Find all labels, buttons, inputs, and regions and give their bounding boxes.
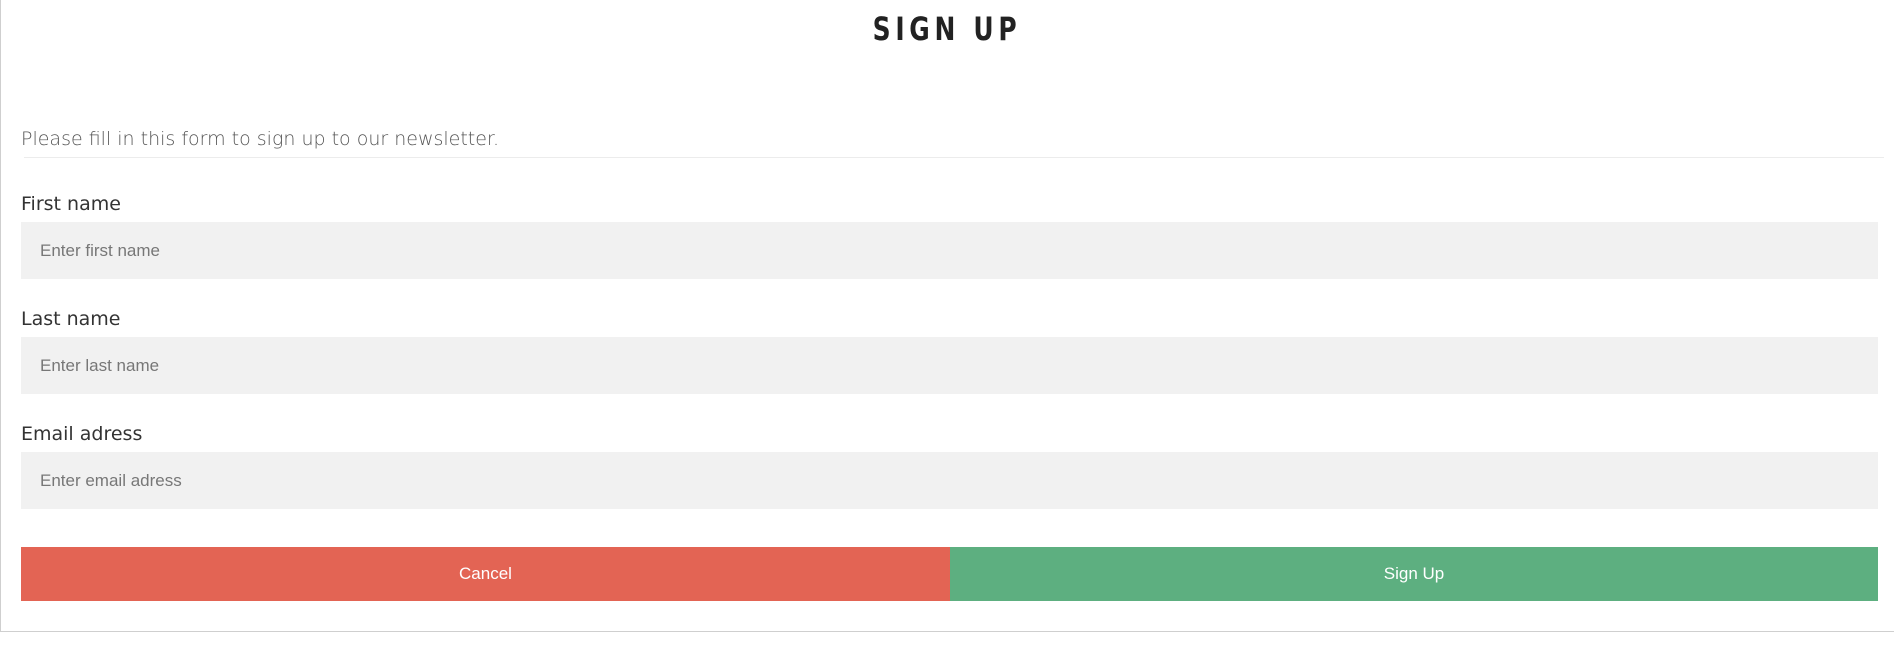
- first-name-input[interactable]: [21, 222, 1878, 279]
- email-label: Email adress: [21, 423, 143, 445]
- signup-form-container: [0, 0, 1894, 632]
- last-name-input[interactable]: [21, 337, 1878, 394]
- page-title: SIGN UP: [872, 10, 1022, 48]
- form-description: Please fill in this form to sign up to o…: [21, 128, 500, 150]
- email-input[interactable]: [21, 452, 1878, 509]
- cancel-button[interactable]: Cancel: [21, 547, 950, 601]
- sign-up-button[interactable]: Sign Up: [950, 547, 1878, 601]
- first-name-label: First name: [21, 193, 121, 215]
- last-name-label: Last name: [21, 308, 121, 330]
- divider: [24, 157, 1884, 158]
